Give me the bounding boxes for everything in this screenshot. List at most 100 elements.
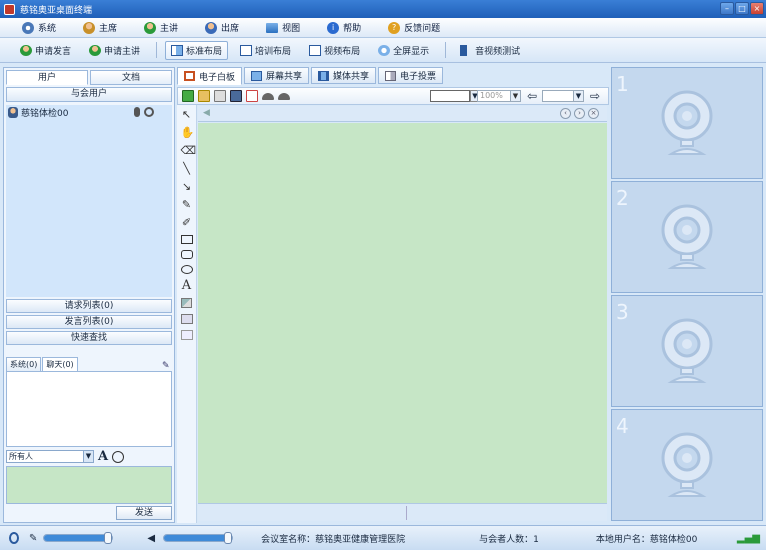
whiteboard-canvas[interactable]: [198, 123, 607, 503]
microphone-icon[interactable]: [9, 532, 19, 544]
quick-search-button[interactable]: 快速查找: [6, 331, 172, 345]
pin-icon[interactable]: ✎: [162, 361, 172, 371]
request-present-button[interactable]: 申请主讲: [83, 41, 146, 60]
clipboard-icon[interactable]: [214, 90, 226, 102]
video-slot[interactable]: 1: [611, 67, 763, 179]
camera-icon[interactable]: [144, 107, 154, 117]
arrow-line-icon[interactable]: ↘: [181, 181, 193, 193]
request-speak-button[interactable]: 申请发言: [14, 41, 77, 60]
webcam-icon: [661, 204, 713, 269]
training-layout-icon: [240, 44, 253, 56]
horizontal-scrollbar[interactable]: [198, 503, 607, 521]
rectangle-icon[interactable]: [180, 235, 193, 244]
layout-label: 培训布局: [255, 46, 292, 57]
menu-system[interactable]: 系统: [22, 21, 56, 34]
menu-label: 视图: [282, 24, 301, 34]
video-slot[interactable]: 4: [611, 409, 763, 521]
open-file-icon[interactable]: [198, 90, 210, 102]
pen-icon[interactable]: ✎: [181, 199, 193, 211]
speaker-volume-knob[interactable]: [223, 532, 232, 544]
tab-documents[interactable]: 文档: [90, 70, 172, 85]
tab-chat[interactable]: 聊天(0): [42, 357, 78, 371]
whiteboard-toolbar: ▼ 100% ▼ ⇦ ▼ ⇨: [177, 87, 609, 105]
page-select[interactable]: ▼: [542, 90, 584, 102]
text-tool-icon[interactable]: A: [181, 279, 193, 292]
menu-attend[interactable]: 出席: [205, 21, 239, 34]
menu-feedback[interactable]: ? 反馈问题: [388, 21, 440, 34]
menu-view[interactable]: 视图: [266, 21, 300, 34]
image-icon[interactable]: [181, 298, 192, 308]
save-icon[interactable]: [230, 90, 242, 102]
tab-vote[interactable]: 电子投票: [378, 67, 444, 84]
request-present-icon: [89, 44, 102, 56]
whiteboard-icon: [184, 71, 195, 81]
zoom-select[interactable]: 100% ▼: [477, 90, 521, 102]
toolbar-separator: [156, 42, 158, 58]
layout-training-button[interactable]: 培训布局: [234, 41, 297, 60]
minimize-button[interactable]: –: [720, 2, 734, 15]
av-test-button[interactable]: 音视频测试: [454, 41, 526, 60]
request-speak-label: 申请发言: [35, 46, 72, 57]
maximize-button[interactable]: □: [735, 2, 749, 15]
color-picker[interactable]: ▼: [430, 90, 480, 102]
request-present-label: 申请主讲: [104, 46, 141, 57]
layout-standard-button[interactable]: 标准布局: [165, 40, 229, 60]
collapse-left-icon[interactable]: ◀: [203, 108, 210, 118]
menu-bar: 系统 主席 主讲 出席 视图 i 帮助 ? 反馈问题: [0, 18, 766, 38]
close-page-icon[interactable]: ×: [588, 108, 599, 119]
emoticon-icon[interactable]: [112, 450, 125, 463]
next-page-icon[interactable]: ⇨: [590, 88, 600, 104]
menu-help[interactable]: i 帮助: [327, 21, 361, 34]
screenshot-icon[interactable]: [180, 314, 193, 324]
rounded-rectangle-icon[interactable]: [180, 250, 193, 259]
user-row[interactable]: 慈铭体检00: [6, 105, 172, 119]
previous-page-icon[interactable]: ⇦: [527, 88, 537, 104]
chair-user-icon: [83, 21, 96, 34]
request-list-button[interactable]: 请求列表(0): [6, 299, 172, 313]
font-icon[interactable]: A: [98, 450, 108, 463]
media-share-icon: [318, 70, 330, 81]
menu-chair[interactable]: 主席: [83, 21, 117, 34]
video-slot[interactable]: 2: [611, 181, 763, 293]
recipient-select[interactable]: 所有人 ▼: [6, 450, 94, 463]
highlighter-icon[interactable]: ✐: [181, 217, 193, 229]
chevron-down-icon[interactable]: ▼: [83, 451, 93, 462]
chevron-down-icon[interactable]: ▼: [573, 91, 583, 101]
mic-volume-slider[interactable]: [43, 532, 114, 544]
flip-left-icon[interactable]: [262, 92, 274, 100]
chat-history[interactable]: [6, 371, 172, 447]
speaker-volume-slider[interactable]: [163, 532, 234, 544]
speaker-volume-fill: [164, 535, 229, 541]
eraser-icon[interactable]: ⌫: [181, 145, 197, 157]
text-box-icon[interactable]: [246, 90, 258, 102]
mic-settings-icon[interactable]: ✎: [29, 533, 37, 544]
request-speak-icon: [20, 44, 32, 56]
ellipse-icon[interactable]: [180, 265, 193, 274]
mic-volume-knob[interactable]: [103, 532, 112, 544]
select-arrow-icon[interactable]: ↖: [181, 109, 193, 121]
message-input[interactable]: [6, 466, 172, 504]
new-page-icon[interactable]: [182, 90, 194, 102]
scroll-left-icon[interactable]: ‹: [560, 108, 571, 119]
scroll-right-icon[interactable]: ›: [574, 108, 585, 119]
send-button[interactable]: 发送: [116, 506, 172, 520]
tab-users[interactable]: 用户: [6, 70, 88, 85]
hand-icon[interactable]: ✋: [181, 127, 195, 139]
menu-presenter[interactable]: 主讲: [144, 21, 178, 34]
tab-whiteboard[interactable]: 电子白板: [177, 67, 243, 85]
close-button[interactable]: ×: [750, 2, 764, 15]
fullscreen-button[interactable]: 全屏显示: [372, 41, 435, 60]
video-slot-number: 4: [616, 414, 629, 438]
line-icon[interactable]: ╲: [181, 163, 193, 175]
video-slot[interactable]: 3: [611, 295, 763, 407]
speak-list-button[interactable]: 发言列表(0): [6, 315, 172, 329]
speaker-icon[interactable]: ◀: [147, 533, 155, 544]
flip-right-icon[interactable]: [278, 92, 290, 100]
layout-video-button[interactable]: 视频布局: [303, 41, 366, 60]
tab-system-messages[interactable]: 系统(0): [6, 357, 42, 371]
tab-screen-share[interactable]: 屏幕共享: [244, 67, 310, 84]
microphone-icon[interactable]: [134, 107, 140, 117]
tab-media-share[interactable]: 媒体共享: [311, 67, 377, 84]
image-tool-icon[interactable]: [180, 330, 193, 340]
chevron-down-icon[interactable]: ▼: [510, 91, 520, 101]
